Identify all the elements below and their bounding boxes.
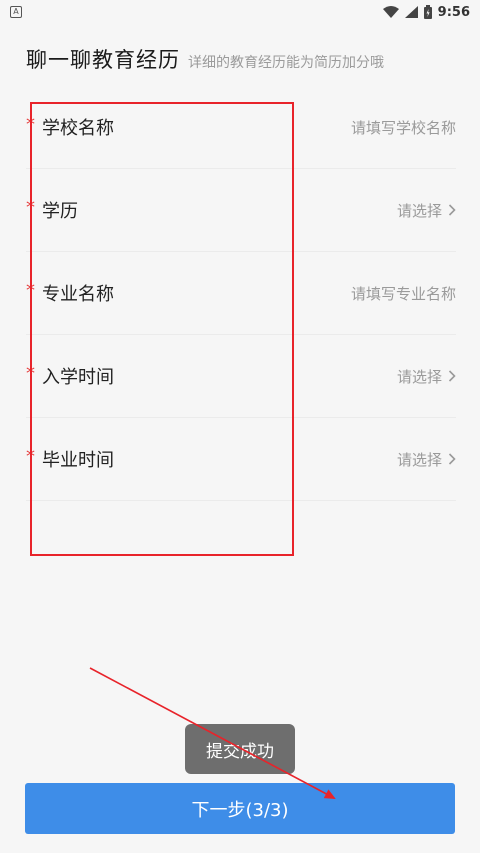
required-mark: * [26, 362, 35, 384]
wifi-icon [382, 6, 399, 18]
required-mark: * [26, 113, 35, 135]
status-right-group: 9:56 [382, 4, 470, 20]
field-placeholder: 请选择 [396, 367, 442, 386]
next-step-button[interactable]: 下一步(3/3) [25, 783, 455, 834]
field-graduation-date[interactable]: * 毕业时间 请选择 [26, 418, 456, 501]
chevron-right-icon [448, 204, 456, 216]
notification-icon: A [10, 6, 22, 18]
graduation-date-select[interactable]: 请选择 [397, 449, 456, 470]
field-label: 毕业时间 [42, 450, 114, 471]
page-title: 聊一聊教育经历 [26, 48, 180, 72]
field-placeholder: 请填写学校名称 [350, 118, 456, 137]
required-mark: * [26, 196, 35, 218]
field-label: 学历 [42, 201, 78, 222]
field-label: 入学时间 [42, 367, 114, 388]
status-bar: A 9:56 [0, 0, 480, 24]
field-placeholder: 请选择 [396, 201, 442, 220]
education-form: * 学校名称 请填写学校名称 * 学历 请选择 * 专业名称 请填写专业名称 *… [26, 86, 456, 501]
field-label: 学校名称 [42, 118, 114, 139]
field-label: 专业名称 [42, 284, 114, 305]
signal-icon [404, 6, 418, 18]
school-name-input[interactable]: 请填写学校名称 [351, 117, 456, 138]
degree-select[interactable]: 请选择 [397, 200, 456, 221]
field-degree[interactable]: * 学历 请选择 [26, 169, 456, 252]
field-placeholder: 请选择 [396, 450, 442, 469]
field-major-name[interactable]: * 专业名称 请填写专业名称 [26, 252, 456, 335]
chevron-right-icon [448, 370, 456, 382]
battery-icon [423, 5, 432, 19]
start-date-select[interactable]: 请选择 [397, 366, 456, 387]
chevron-right-icon [448, 453, 456, 465]
header: 聊一聊教育经历 详细的教育经历能为简历加分哦 [26, 44, 384, 74]
required-mark: * [26, 279, 35, 301]
status-time: 9:56 [437, 4, 470, 20]
field-start-date[interactable]: * 入学时间 请选择 [26, 335, 456, 418]
required-mark: * [26, 445, 35, 467]
field-placeholder: 请填写专业名称 [350, 284, 456, 303]
page-subtitle: 详细的教育经历能为简历加分哦 [188, 55, 384, 71]
toast-message: 提交成功 [185, 724, 295, 774]
major-name-input[interactable]: 请填写专业名称 [351, 283, 456, 304]
field-school-name[interactable]: * 学校名称 请填写学校名称 [26, 86, 456, 169]
